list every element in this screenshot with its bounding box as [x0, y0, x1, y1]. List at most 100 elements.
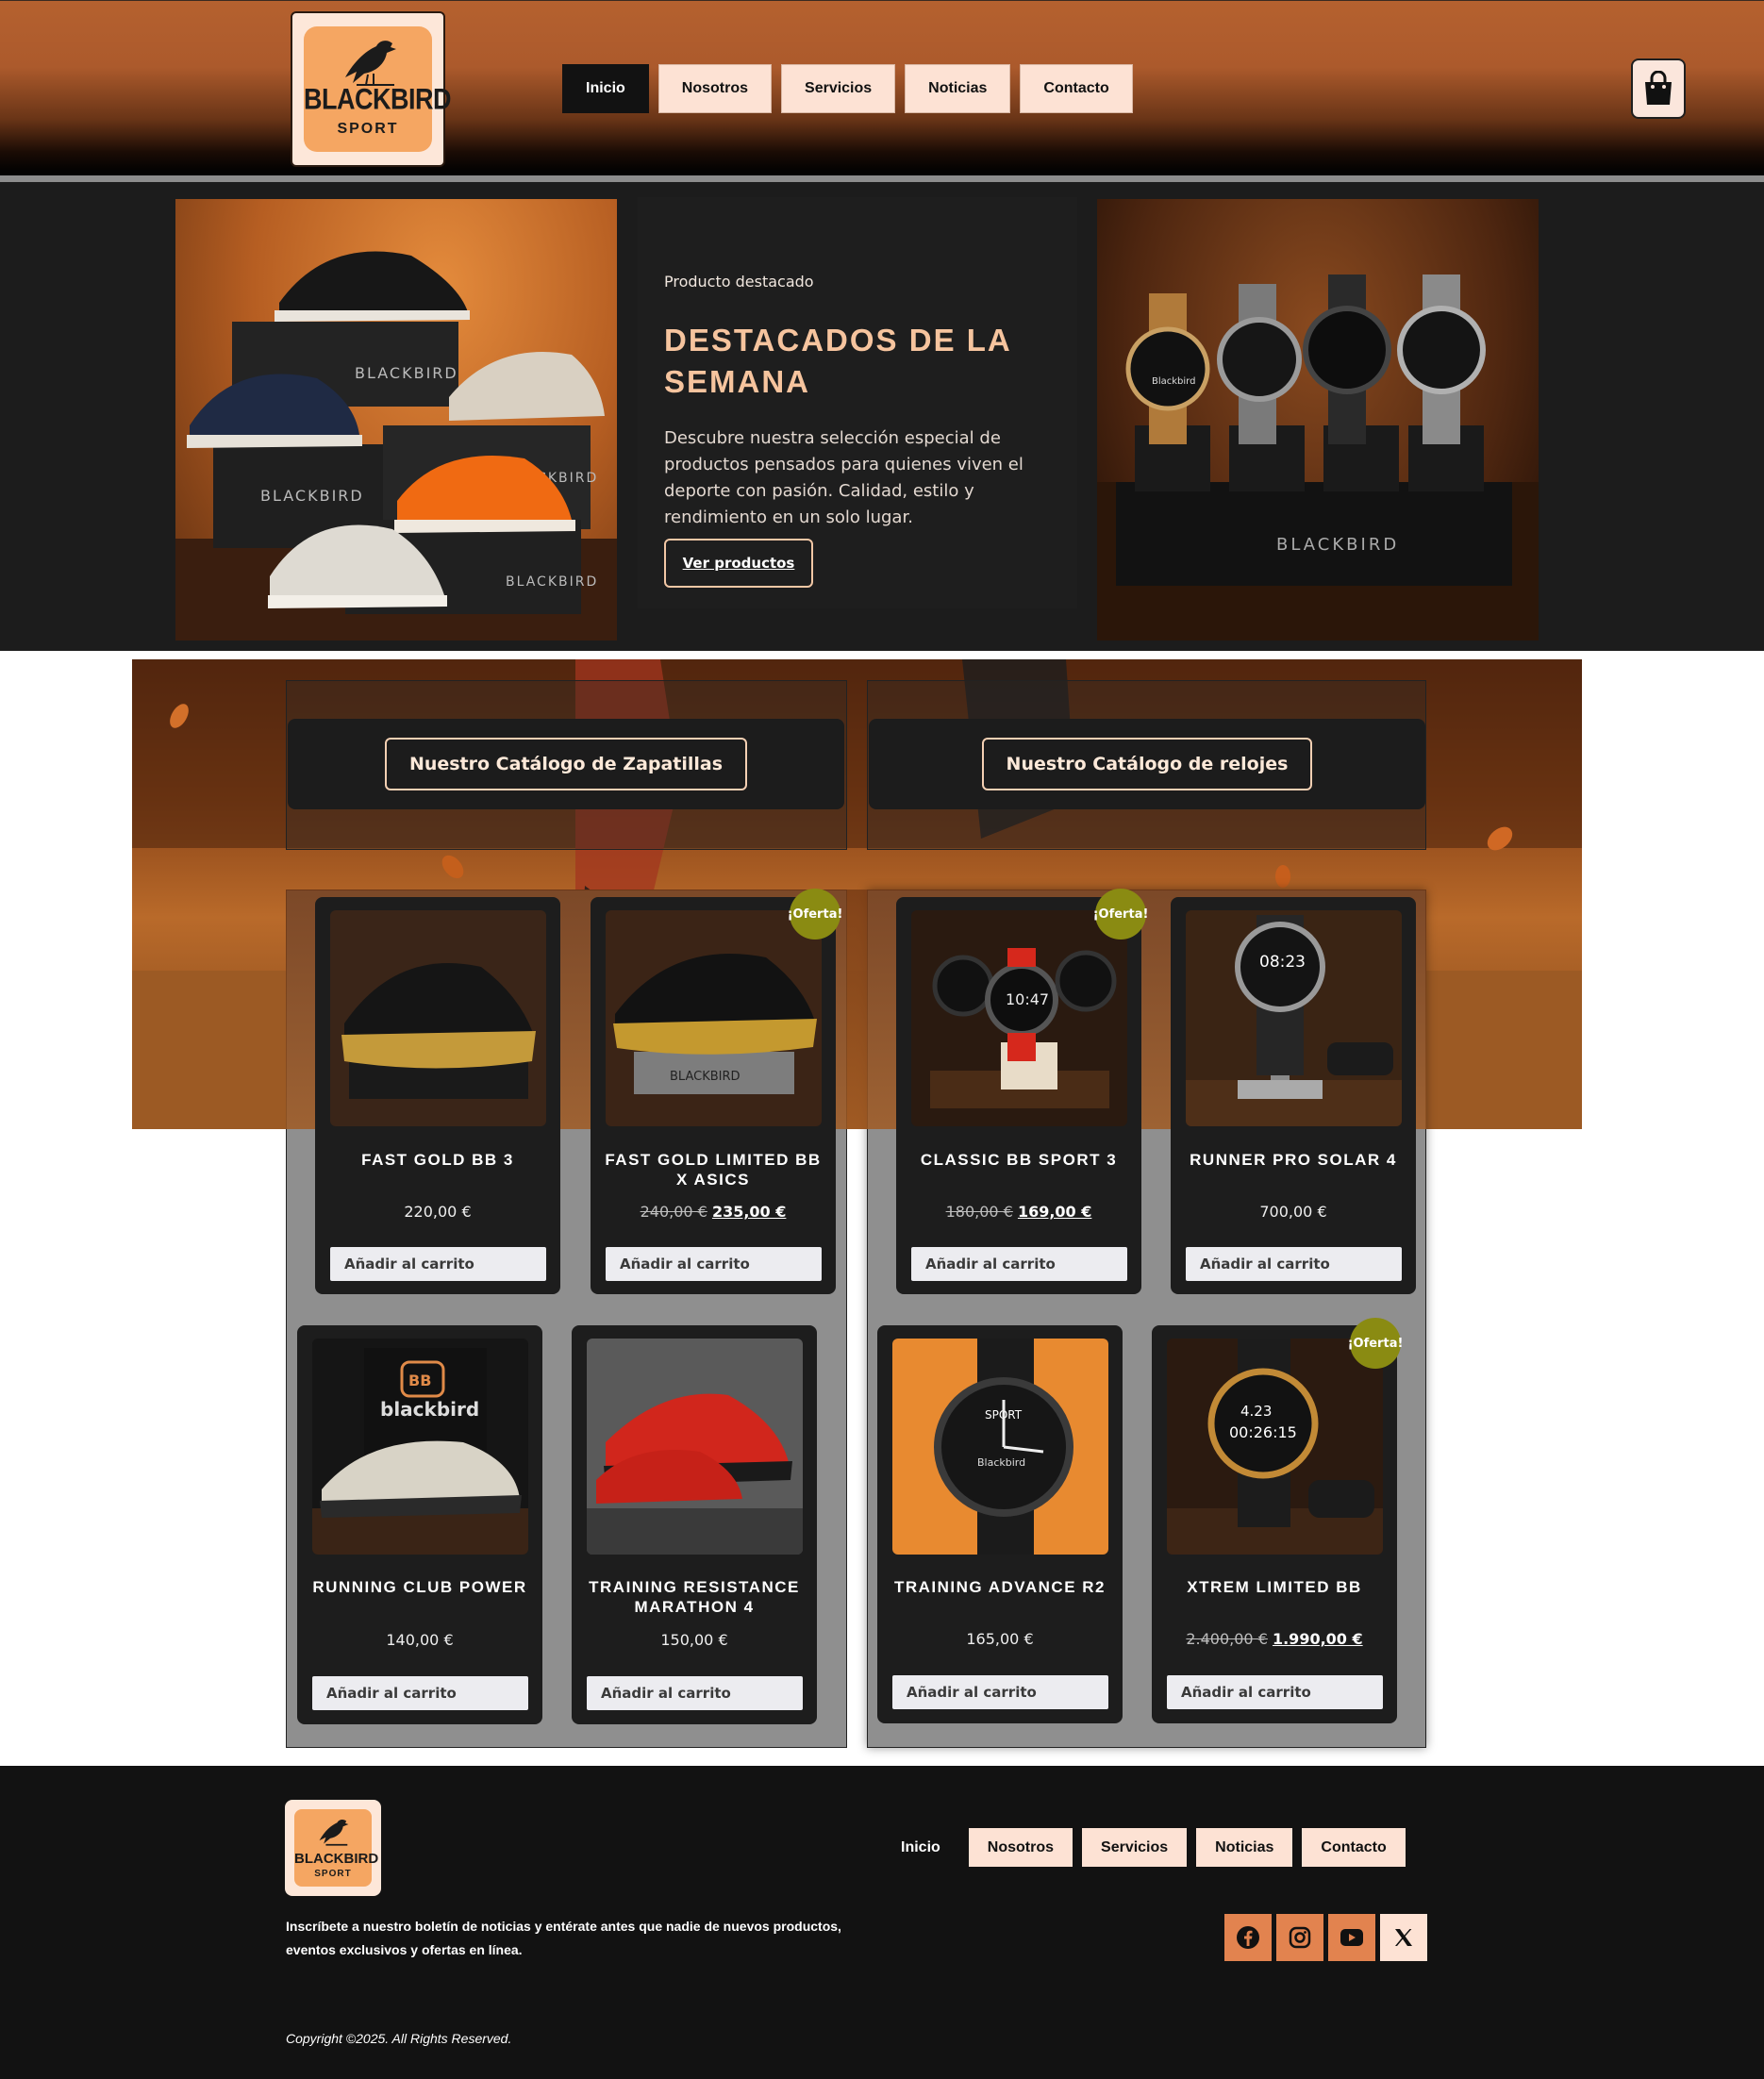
svg-text:BLACKBIRD: BLACKBIRD [506, 574, 598, 590]
product-image[interactable]: SPORT Blackbird [892, 1339, 1108, 1555]
social-links [1224, 1914, 1427, 1961]
featured-title: DESTACADOS DE LA SEMANA [664, 323, 1011, 399]
shoes-catalog-header: Nuestro Catálogo de Zapatillas [288, 719, 844, 809]
blackbird-icon [319, 1819, 349, 1846]
product-card[interactable]: 10:47 CLASSIC BB SPORT 3 180,00 € 169,00… [896, 897, 1141, 1294]
svg-text:Blackbird: Blackbird [977, 1456, 1025, 1469]
add-to-cart-button[interactable]: Añadir al carrito [1186, 1247, 1402, 1281]
brand-logo[interactable]: BLACKBIRD SPORT [291, 11, 451, 167]
logo-wordmark: BLACKBIRD [304, 82, 451, 116]
product-price: 165,00 € [966, 1630, 1034, 1648]
product-image[interactable]: 10:47 [911, 910, 1127, 1126]
product-card[interactable]: SPORT Blackbird TRAINING ADVANCE R2 165,… [877, 1325, 1123, 1723]
svg-text:4.23: 4.23 [1240, 1403, 1272, 1420]
footer-nav-noticias[interactable]: Noticias [1196, 1828, 1293, 1867]
product-name[interactable]: FAST GOLD BB 3 [325, 1150, 551, 1170]
hero-shoes-image: BLACKBIRD BLACKBIRD BLACKBIRD BLACKBIRD [175, 199, 617, 640]
instagram-link[interactable] [1276, 1914, 1323, 1961]
add-to-cart-button[interactable]: Añadir al carrito [312, 1676, 528, 1710]
footer-nav-servicios[interactable]: Servicios [1082, 1828, 1188, 1867]
watches-catalog-header: Nuestro Catálogo de relojes [869, 719, 1425, 809]
footer-logo[interactable]: BLACKBIRD SPORT [285, 1800, 381, 1896]
add-to-cart-button[interactable]: Añadir al carrito [330, 1247, 546, 1281]
product-price: 140,00 € [386, 1631, 454, 1649]
hero-watches-image: BLACKBIRD Blackbird [1097, 199, 1539, 640]
view-products-button[interactable]: Ver productos [664, 539, 813, 588]
featured-kicker: Producto destacado [664, 273, 814, 291]
youtube-icon [1340, 1929, 1363, 1946]
sale-price: 169,00 € [1017, 1203, 1092, 1221]
shoes-catalog-button[interactable]: Nuestro Catálogo de Zapatillas [384, 738, 748, 790]
footer-logo-wordmark: BLACKBIRD [294, 1851, 379, 1867]
product-price: 150,00 € [660, 1631, 728, 1649]
watches-catalog-button[interactable]: Nuestro Catálogo de relojes [981, 738, 1313, 790]
cart-button[interactable] [1631, 58, 1686, 119]
shopping-bag-icon [1645, 71, 1672, 105]
offer-badge: ¡Oferta! [1348, 1318, 1403, 1369]
product-image[interactable]: BLACKBIRD [606, 910, 822, 1126]
add-to-cart-button[interactable]: Añadir al carrito [911, 1247, 1127, 1281]
nav-inicio[interactable]: Inicio [562, 64, 649, 113]
svg-text:BLACKBIRD: BLACKBIRD [1276, 535, 1399, 555]
svg-text:BLACKBIRD: BLACKBIRD [670, 1070, 741, 1084]
product-name[interactable]: CLASSIC BB SPORT 3 [906, 1150, 1132, 1170]
product-image[interactable] [587, 1339, 803, 1555]
product-price: 700,00 € [1259, 1203, 1327, 1221]
svg-text:BB: BB [408, 1372, 431, 1389]
facebook-link[interactable] [1224, 1914, 1272, 1961]
offer-badge: ¡Oferta! [1093, 889, 1148, 940]
product-price: 240,00 € 235,00 € [591, 1203, 836, 1221]
add-to-cart-button[interactable]: Añadir al carrito [606, 1247, 822, 1281]
product-name[interactable]: TRAINING ADVANCE R2 [887, 1577, 1113, 1597]
footer-nav-inicio[interactable]: Inicio [882, 1828, 959, 1867]
product-price: 2.400,00 € 1.990,00 € [1152, 1630, 1397, 1648]
newsletter-text: Inscríbete a nuestro boletín de noticias… [286, 1919, 841, 1957]
product-card[interactable]: TRAINING RESISTANCE MARATHON 4 150,00 € … [572, 1325, 817, 1724]
nav-servicios[interactable]: Servicios [781, 64, 896, 113]
product-image[interactable]: 4.23 00:26:15 [1167, 1339, 1383, 1555]
featured-section: BLACKBIRD BLACKBIRD BLACKBIRD BLACKBIRD … [0, 182, 1764, 651]
product-card[interactable]: BB blackbird RUNNING CLUB POWER 140,00 €… [297, 1325, 542, 1724]
header-divider [0, 175, 1764, 182]
add-to-cart-button[interactable]: Añadir al carrito [892, 1675, 1108, 1709]
svg-text:Blackbird: Blackbird [1152, 376, 1195, 387]
facebook-icon [1237, 1926, 1259, 1949]
logo-subtitle: SPORT [337, 121, 399, 137]
x-icon [1395, 1929, 1412, 1946]
product-image[interactable] [330, 910, 546, 1126]
featured-card: Producto destacado DESTACADOS DE LA SEMA… [638, 197, 1077, 608]
site-footer [0, 1766, 1764, 2079]
sale-price: 235,00 € [711, 1203, 787, 1221]
offer-badge: ¡Oferta! [788, 889, 842, 940]
nav-nosotros[interactable]: Nosotros [657, 64, 773, 113]
product-card[interactable]: 08:23 RUNNER PRO SOLAR 4 700,00 € Añadir… [1171, 897, 1416, 1294]
product-name[interactable]: RUNNER PRO SOLAR 4 [1180, 1150, 1406, 1170]
x-link[interactable] [1380, 1914, 1427, 1961]
nav-noticias[interactable]: Noticias [905, 64, 1011, 113]
featured-description: Descubre nuestra selección especial de p… [664, 428, 1023, 527]
product-image[interactable]: BB blackbird [312, 1339, 528, 1555]
svg-text:BLACKBIRD: BLACKBIRD [355, 364, 458, 382]
youtube-link[interactable] [1328, 1914, 1375, 1961]
product-card[interactable]: 4.23 00:26:15 XTREM LIMITED BB 2.400,00 … [1152, 1325, 1397, 1723]
add-to-cart-button[interactable]: Añadir al carrito [1167, 1675, 1383, 1709]
add-to-cart-button[interactable]: Añadir al carrito [587, 1676, 803, 1710]
old-price: 2.400,00 € [1186, 1630, 1268, 1648]
footer-nav-contacto[interactable]: Contacto [1302, 1828, 1406, 1867]
product-price: 220,00 € [404, 1203, 472, 1221]
svg-text:BLACKBIRD: BLACKBIRD [260, 487, 364, 505]
footer-nav: Inicio Nosotros Servicios Noticias Conta… [882, 1828, 1406, 1867]
nav-contacto[interactable]: Contacto [1020, 64, 1133, 113]
product-card[interactable]: FAST GOLD BB 3 220,00 € Añadir al carrit… [315, 897, 560, 1294]
footer-nav-nosotros[interactable]: Nosotros [968, 1828, 1073, 1867]
product-name[interactable]: XTREM LIMITED BB [1161, 1577, 1388, 1597]
product-image[interactable]: 08:23 [1186, 910, 1402, 1126]
product-name[interactable]: RUNNING CLUB POWER [307, 1577, 533, 1597]
product-name[interactable]: TRAINING RESISTANCE MARATHON 4 [581, 1577, 807, 1617]
product-card[interactable]: BLACKBIRD FAST GOLD LIMITED BB X ASICS 2… [591, 897, 836, 1294]
old-price: 180,00 € [945, 1203, 1013, 1221]
svg-text:10:47: 10:47 [1006, 990, 1049, 1008]
product-name[interactable]: FAST GOLD LIMITED BB X ASICS [600, 1150, 826, 1189]
instagram-icon [1289, 1926, 1311, 1949]
blackbird-icon [345, 41, 396, 86]
